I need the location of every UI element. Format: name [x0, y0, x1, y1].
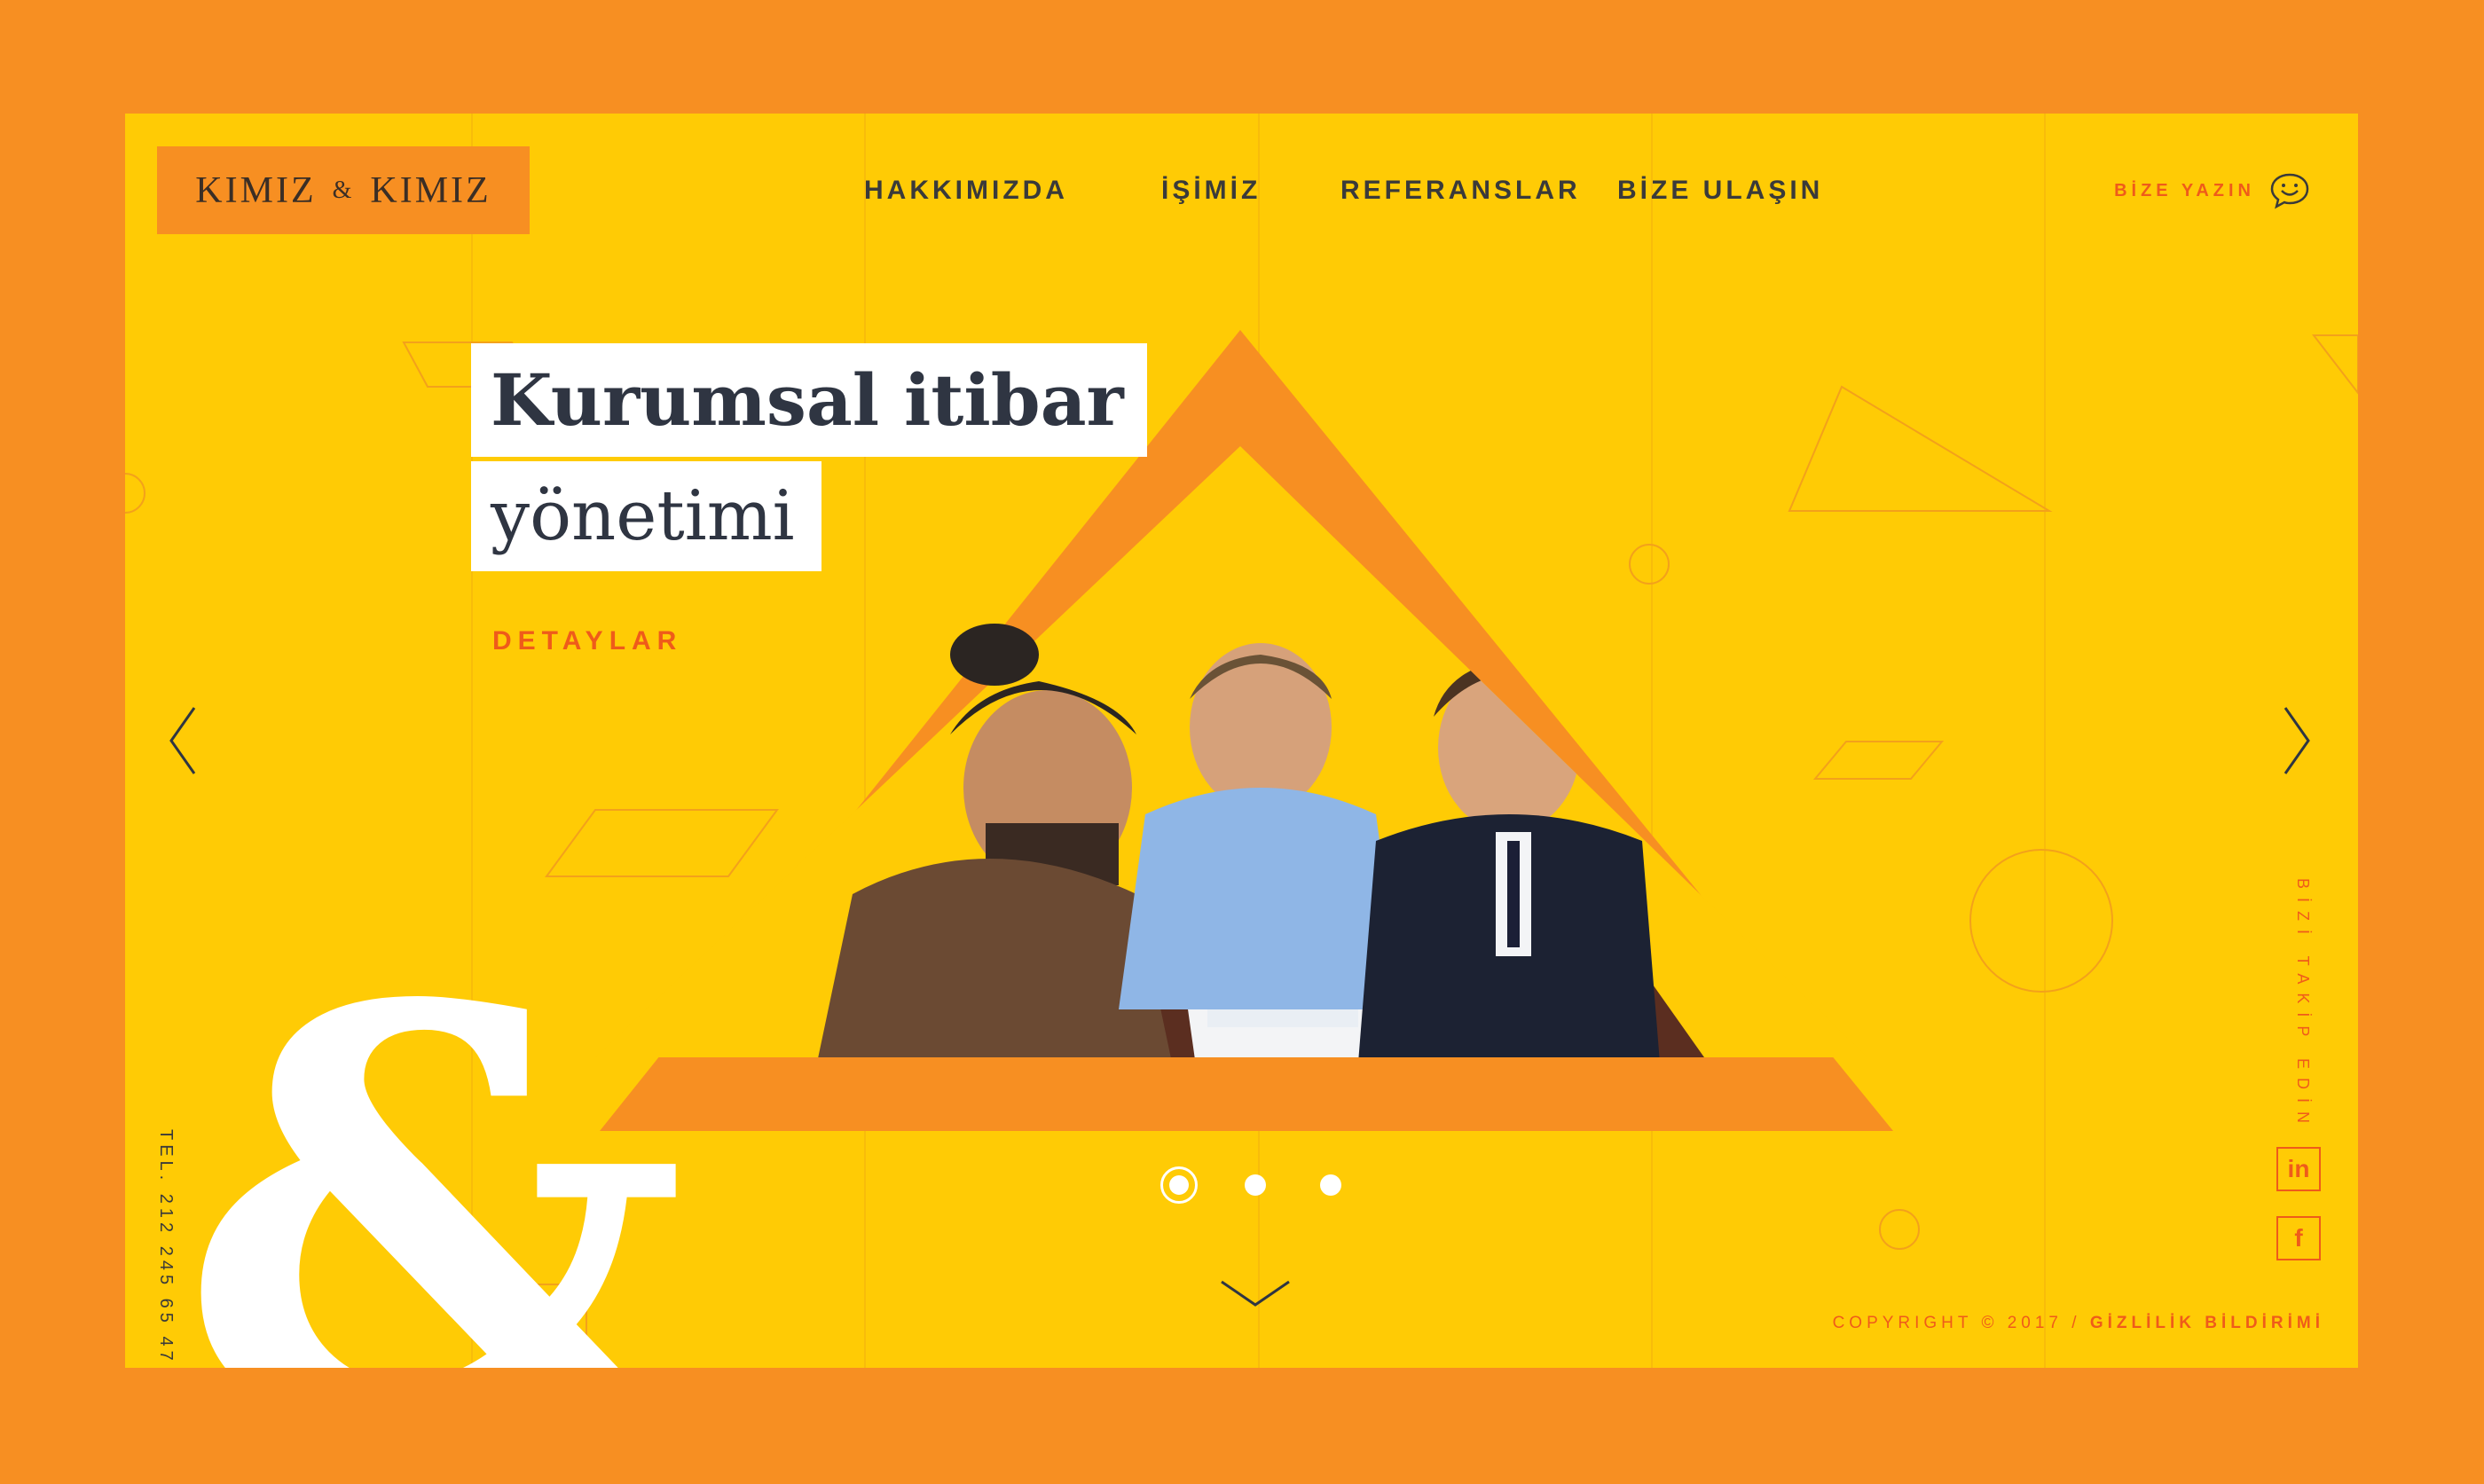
headline-line-1: Kurumsal itibar	[471, 343, 1147, 457]
headline-line-2: yönetimi	[471, 461, 821, 571]
chevron-right-icon[interactable]	[2282, 706, 2312, 775]
nav-references[interactable]: REFERANSLAR	[1340, 176, 1581, 206]
nav-contact[interactable]: BİZE ULAŞIN	[1617, 176, 1823, 206]
page-frame: & KIMIZ & KIMIZ HAKKIMIZDA İŞİMİZ REFERA…	[125, 114, 2358, 1368]
logo-amp: &	[332, 176, 355, 204]
nav-about[interactable]: HAKKIMIZDA	[864, 176, 1068, 206]
chat-smile-icon	[2270, 173, 2309, 209]
chevron-down-icon[interactable]	[1220, 1278, 1291, 1308]
chevron-left-icon[interactable]	[168, 706, 198, 775]
slider-dot-3[interactable]	[1320, 1174, 1341, 1196]
slider-dot-1-active[interactable]	[1160, 1166, 1198, 1204]
privacy-link[interactable]: GİZLİLİK BİLDİRİMİ	[2090, 1314, 2324, 1332]
nav-work[interactable]: İŞİMİZ	[1161, 176, 1261, 206]
details-link[interactable]: DETAYLAR	[492, 626, 682, 656]
follow-us-label: BİZİ TAKİP EDİN	[2294, 878, 2312, 1133]
copyright-text: COPYRIGHT © 2017 /	[1832, 1314, 2081, 1332]
hero-scene: &	[178, 330, 1893, 1368]
write-us-button[interactable]: BİZE YAZIN	[2114, 172, 2310, 209]
hero-ampersand: &	[178, 884, 691, 1368]
slider-dot-2[interactable]	[1245, 1174, 1266, 1196]
facebook-icon[interactable]: f	[2276, 1216, 2321, 1260]
logo-right: KIMIZ	[370, 169, 491, 211]
logo-left: KIMIZ	[195, 169, 317, 211]
write-us-label: BİZE YAZIN	[2114, 180, 2255, 200]
phone-number: TEL. 212 245 65 47	[156, 1129, 176, 1365]
linkedin-icon[interactable]: in	[2276, 1147, 2321, 1191]
footer-copyright: COPYRIGHT © 2017 / GİZLİLİK BİLDİRİMİ	[1833, 1314, 2324, 1333]
logo[interactable]: KIMIZ & KIMIZ	[157, 146, 530, 234]
